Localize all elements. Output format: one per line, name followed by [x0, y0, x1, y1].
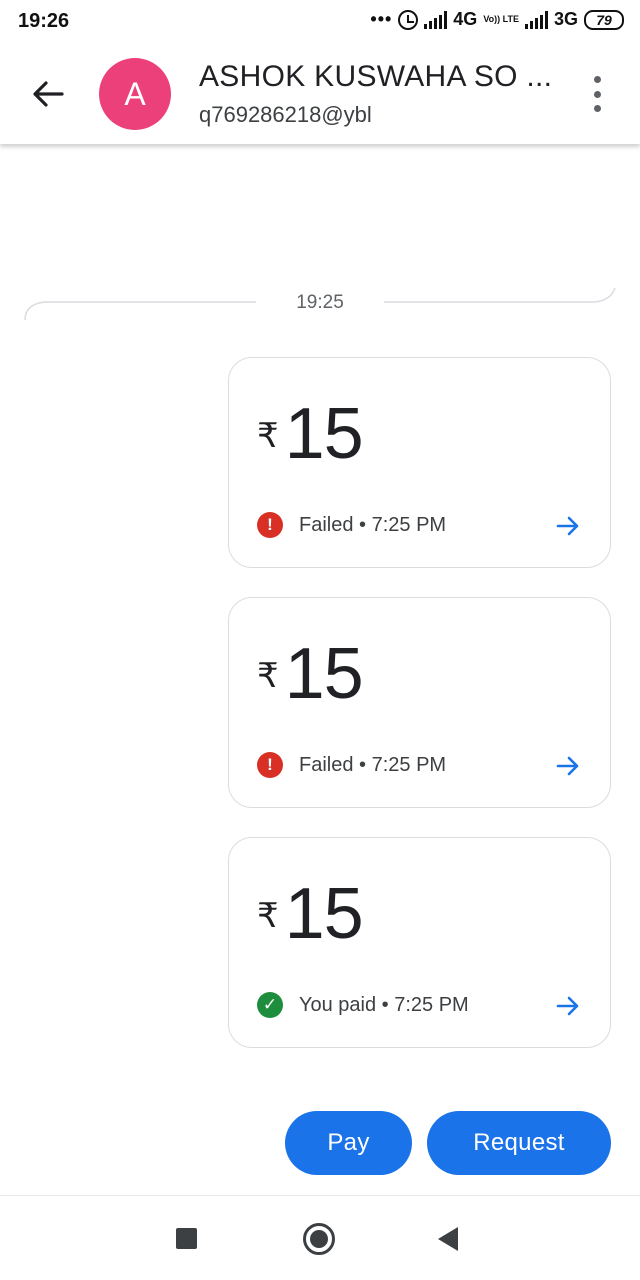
- volte-badge: Vo)) LTE: [483, 14, 519, 24]
- payment-status: ! Failed • 7:25 PM: [257, 752, 446, 778]
- notification-dots: •••: [370, 9, 393, 29]
- currency-symbol: ₹: [257, 897, 279, 935]
- status-indicators: ••• 4G Vo)) LTE 3G 79: [370, 9, 624, 30]
- payment-card[interactable]: ₹ 15 ✓ You paid • 7:25 PM: [228, 837, 611, 1048]
- divider-time: 19:25: [296, 292, 344, 313]
- alarm-icon: [398, 9, 419, 30]
- signal-icon-2: [524, 10, 548, 29]
- signal-icon: [424, 10, 448, 29]
- arrow-forward-icon[interactable]: [554, 512, 582, 540]
- error-icon: !: [257, 752, 283, 778]
- home-icon[interactable]: [303, 1223, 335, 1255]
- arrow-forward-icon[interactable]: [554, 752, 582, 780]
- status-time: 19:26: [18, 10, 70, 32]
- more-vert-icon: [593, 76, 601, 83]
- status-text: Failed • 7:25 PM: [299, 513, 447, 536]
- chat-header: A ASHOK KUSWAHA SO ... q769286218@ybl: [0, 44, 640, 144]
- currency-symbol: ₹: [257, 657, 279, 695]
- more-options-button[interactable]: [582, 76, 612, 112]
- battery-icon: 79: [584, 9, 624, 30]
- contact-upi-id: q769286218@ybl: [199, 102, 372, 127]
- currency-symbol: ₹: [257, 417, 279, 455]
- network-type-2: 3G: [553, 9, 578, 29]
- amount-value: 15: [284, 634, 364, 714]
- arrow-forward-icon[interactable]: [554, 992, 582, 1020]
- payment-amount: ₹ 15: [257, 874, 364, 954]
- payment-status: ✓ You paid • 7:25 PM: [257, 992, 469, 1018]
- status-text: You paid • 7:25 PM: [299, 993, 469, 1016]
- arrow-back-icon: [33, 81, 64, 107]
- avatar[interactable]: A: [99, 58, 171, 130]
- back-button[interactable]: [28, 74, 68, 114]
- payment-status: ! Failed • 7:25 PM: [257, 512, 446, 538]
- nav-back-icon[interactable]: [438, 1227, 458, 1251]
- status-bar: 19:26 ••• 4G Vo)) LTE 3G 79: [0, 0, 640, 44]
- pay-button[interactable]: Pay: [285, 1111, 412, 1175]
- contact-name: ASHOK KUSWAHA SO ...: [199, 60, 553, 93]
- payment-card[interactable]: ₹ 15 ! Failed • 7:25 PM: [228, 357, 611, 568]
- recents-icon[interactable]: [176, 1228, 197, 1249]
- request-button[interactable]: Request: [427, 1111, 611, 1175]
- error-icon: !: [257, 512, 283, 538]
- status-text: Failed • 7:25 PM: [299, 753, 447, 776]
- amount-value: 15: [284, 394, 364, 474]
- check-circle-icon: ✓: [257, 992, 283, 1018]
- amount-value: 15: [284, 874, 364, 954]
- payment-amount: ₹ 15: [257, 634, 364, 714]
- payment-card[interactable]: ₹ 15 ! Failed • 7:25 PM: [228, 597, 611, 808]
- payment-amount: ₹ 15: [257, 394, 364, 474]
- system-nav-bar: [0, 1195, 640, 1280]
- network-type-1: 4G: [453, 9, 478, 29]
- time-divider: 19:25: [0, 280, 640, 330]
